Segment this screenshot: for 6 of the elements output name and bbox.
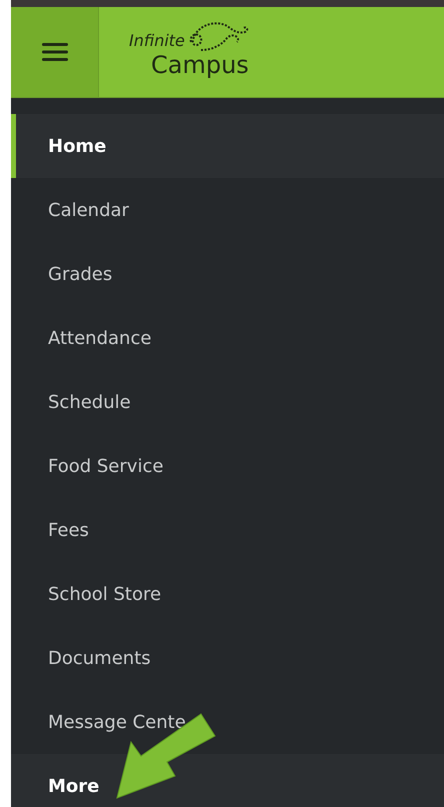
nav-item[interactable]: More: [11, 754, 444, 807]
menu-button[interactable]: [11, 7, 99, 97]
menu-icon: [40, 41, 68, 63]
logo-text: Campus: [151, 53, 249, 77]
nav-item[interactable]: Home: [11, 114, 444, 178]
logo-text: Infinite: [129, 30, 185, 50]
